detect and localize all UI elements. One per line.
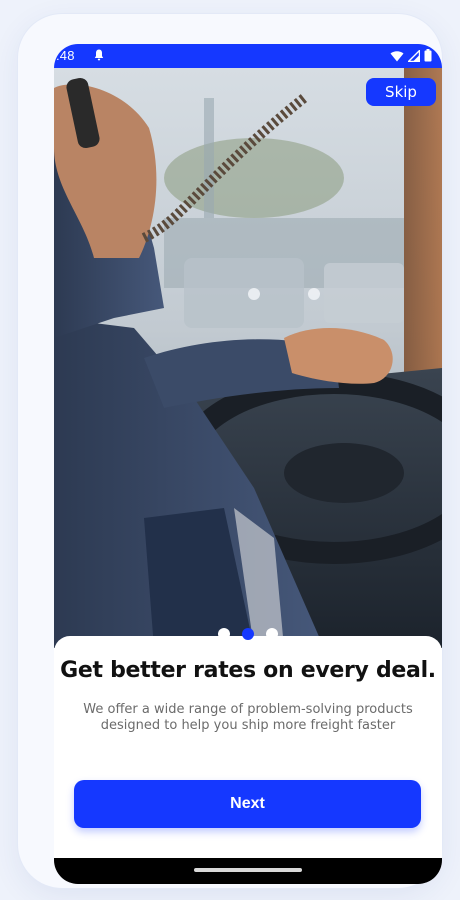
bell-icon [94,49,104,61]
page-dot-3[interactable] [266,628,278,640]
page-dot-2[interactable] [242,628,254,640]
signal-icon [408,49,420,62]
truck-driver-photo [54,68,442,648]
skip-button[interactable]: Skip [366,78,436,106]
device-frame: :48 Skip Get better rates on every deal.… [18,14,442,888]
onboarding-subtitle: We offer a wide range of problem-solving… [83,702,413,733]
system-nav-bar [54,858,442,884]
status-icons [390,49,432,62]
battery-icon [424,49,432,62]
onboarding-card: Get better rates on every deal. We offer… [54,636,442,866]
page-indicator [54,628,442,640]
home-indicator[interactable] [194,868,302,872]
page-dot-1[interactable] [218,628,230,640]
status-time: :48 [56,48,75,63]
status-bar: :48 [54,44,442,68]
app-screen: :48 Skip Get better rates on every deal.… [54,44,442,884]
hero-photo: Skip [54,68,442,648]
next-button[interactable]: Next [74,780,421,828]
wifi-icon [390,50,404,61]
onboarding-title: Get better rates on every deal. [60,658,436,683]
